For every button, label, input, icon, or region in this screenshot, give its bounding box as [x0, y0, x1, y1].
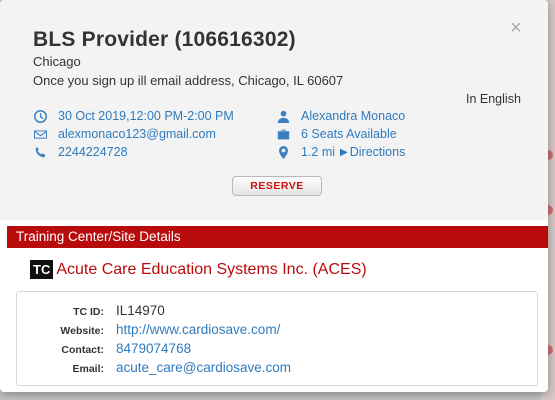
- seats-available: 6 Seats Available: [301, 127, 397, 141]
- briefcase-icon: [276, 127, 290, 141]
- tc-id-label: TC ID:: [73, 306, 104, 318]
- tc-id-value: IL14970: [116, 303, 165, 318]
- contact-phone-link[interactable]: 8479074768: [116, 341, 191, 356]
- class-address: Once you sign up ill email address, Chic…: [33, 73, 344, 88]
- contact-email-link[interactable]: alexmonaco123@gmail.com: [58, 127, 216, 141]
- website-row: Website: http://www.cardiosave.com/: [16, 322, 280, 337]
- section-header: Training Center/Site Details: [7, 226, 548, 248]
- tc-id-row: TC ID: IL14970: [16, 303, 165, 318]
- email-row: alexmonaco123@gmail.com: [33, 127, 216, 141]
- contact-label: Contact:: [61, 344, 104, 356]
- website-link[interactable]: http://www.cardiosave.com/: [116, 322, 280, 337]
- phone-row: 2244224728: [33, 145, 128, 159]
- email-label: Email:: [72, 363, 104, 375]
- class-city: Chicago: [33, 54, 81, 69]
- clock-icon: [33, 109, 47, 123]
- map-marker-icon: [276, 145, 290, 159]
- class-datetime: 30 Oct 2019,12:00 PM-2:00 PM: [58, 109, 234, 123]
- datetime-row: 30 Oct 2019,12:00 PM-2:00 PM: [33, 109, 234, 123]
- email-detail-row: Email: acute_care@cardiosave.com: [16, 360, 291, 375]
- seats-row: 6 Seats Available: [276, 127, 397, 141]
- phone-icon: [33, 145, 47, 159]
- tc-email-link[interactable]: acute_care@cardiosave.com: [116, 360, 291, 375]
- distance-row: 1.2 mi ▶ Directions: [276, 145, 405, 159]
- class-summary: × BLS Provider (106616302) Chicago Once …: [0, 0, 548, 220]
- training-center-heading: TC Acute Care Education Systems Inc. (AC…: [30, 260, 367, 279]
- contact-phone-link[interactable]: 2244224728: [58, 145, 128, 159]
- play-arrow-icon: ▶: [340, 146, 348, 158]
- instructor-row: Alexandra Monaco: [276, 109, 405, 123]
- class-title: BLS Provider (106616302): [33, 28, 296, 51]
- website-label: Website:: [60, 325, 104, 337]
- class-details-modal: × BLS Provider (106616302) Chicago Once …: [0, 0, 548, 392]
- instructor-name: Alexandra Monaco: [301, 109, 406, 123]
- directions-link[interactable]: Directions: [350, 145, 406, 159]
- envelope-icon: [33, 127, 47, 141]
- user-icon: [276, 109, 290, 123]
- distance-value: 1.2 mi: [301, 145, 336, 159]
- reserve-button[interactable]: RESERVE: [232, 176, 322, 196]
- close-icon[interactable]: ×: [510, 18, 522, 38]
- contact-row: Contact: 8479074768: [16, 341, 191, 356]
- tc-logo-icon: TC: [30, 260, 54, 279]
- language-label: In English: [466, 92, 521, 106]
- training-center-name: Acute Care Education Systems Inc. (ACES): [56, 260, 367, 278]
